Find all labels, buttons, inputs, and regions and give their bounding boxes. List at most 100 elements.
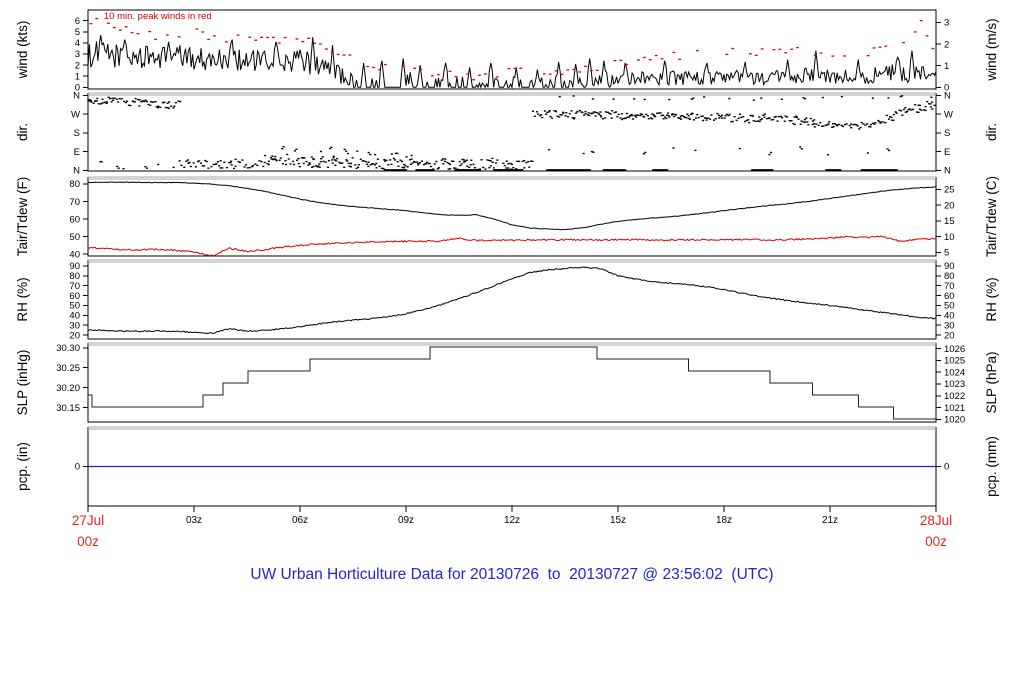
dir-dot bbox=[334, 164, 337, 167]
dir-dot bbox=[793, 123, 796, 126]
peak-wind-dot bbox=[884, 45, 888, 47]
dir-dot bbox=[507, 167, 510, 169]
dir-dot bbox=[894, 111, 897, 113]
dir-dot bbox=[318, 163, 321, 165]
dir-dot bbox=[263, 161, 266, 164]
peak-wind-dot bbox=[589, 70, 593, 72]
dir-dot bbox=[828, 121, 831, 123]
left-tick-label: N bbox=[73, 91, 80, 102]
left-tick-label: N bbox=[73, 166, 80, 177]
dir-dot bbox=[777, 115, 781, 118]
dir-dot bbox=[418, 162, 422, 164]
dir-dot bbox=[143, 100, 146, 103]
dir-dot bbox=[442, 158, 445, 160]
dir-dot bbox=[929, 106, 932, 108]
dir-dot bbox=[643, 116, 646, 118]
dir-dot bbox=[272, 158, 275, 160]
dir-dot bbox=[279, 157, 282, 159]
dir-dot bbox=[562, 111, 565, 114]
dir-dot bbox=[116, 165, 119, 168]
dir-dot bbox=[243, 166, 246, 168]
dir-dot bbox=[523, 167, 526, 169]
dir-dot bbox=[491, 157, 494, 160]
dir-dot bbox=[694, 117, 698, 119]
dir-dot bbox=[576, 111, 579, 113]
dir-dot bbox=[803, 121, 807, 123]
dir-dot bbox=[597, 113, 601, 115]
dir-dot bbox=[305, 160, 308, 163]
dir-dot bbox=[474, 167, 477, 169]
tair-line bbox=[87, 181, 937, 231]
dir-dot bbox=[392, 157, 395, 160]
dir-dot bbox=[697, 116, 700, 119]
dir-dot bbox=[134, 97, 137, 100]
dir-dot bbox=[527, 160, 530, 163]
meteogram-chart: 01234560123wind (kts) wind (m/s)10 min. p… bbox=[15, 9, 999, 549]
dir-dot bbox=[725, 113, 729, 116]
peak-wind-dot bbox=[613, 60, 617, 62]
dir-dot bbox=[488, 167, 491, 169]
dir-dot bbox=[487, 159, 490, 162]
dir-dot bbox=[124, 101, 127, 104]
x-tick-label: 03z bbox=[186, 515, 202, 526]
dir-dot bbox=[345, 150, 348, 152]
dir-dot bbox=[349, 166, 352, 168]
dir-dot bbox=[212, 163, 215, 166]
dir-dot bbox=[924, 105, 927, 108]
tdew-line bbox=[87, 235, 937, 257]
dir-dot bbox=[869, 123, 872, 126]
dir-dot bbox=[895, 112, 898, 114]
dir-dot bbox=[117, 167, 120, 169]
dir-dot bbox=[733, 115, 736, 118]
dir-dot bbox=[349, 162, 353, 165]
dir-dot bbox=[328, 147, 331, 150]
dir-dot bbox=[786, 116, 789, 118]
dir-dot bbox=[716, 112, 719, 115]
dir-dot bbox=[822, 125, 825, 127]
dir-dot bbox=[806, 121, 809, 123]
dir-dot bbox=[709, 118, 712, 120]
dir-dot bbox=[113, 97, 116, 99]
right-axis-title: wind (m/s) bbox=[984, 18, 999, 81]
peak-wind-dot bbox=[236, 34, 240, 36]
dir-dot bbox=[302, 162, 305, 165]
dir-dot bbox=[327, 159, 330, 162]
peak-wind-dot bbox=[377, 69, 381, 71]
dir-dot bbox=[837, 123, 840, 126]
dir-dot bbox=[848, 124, 851, 127]
dir-dot bbox=[594, 111, 597, 113]
dir-dot bbox=[433, 163, 436, 165]
dir-dot bbox=[223, 161, 226, 164]
dir-dot bbox=[383, 158, 386, 161]
dir-dot bbox=[362, 160, 366, 162]
dir-dot bbox=[207, 167, 210, 169]
peak-wind-dot bbox=[695, 49, 699, 52]
x-end-hour-label: 00z bbox=[925, 534, 947, 549]
dir-dot bbox=[218, 165, 221, 167]
dir-dot bbox=[884, 122, 887, 124]
dir-dot bbox=[406, 166, 409, 168]
dir-dot bbox=[390, 163, 393, 166]
calm-dir-dot bbox=[771, 169, 774, 171]
dir-dot bbox=[97, 103, 100, 105]
dir-dot bbox=[357, 166, 360, 168]
peak-wind-dot bbox=[112, 26, 116, 29]
dir-dot bbox=[178, 160, 181, 162]
dir-dot bbox=[609, 113, 612, 115]
dir-dot bbox=[645, 113, 648, 116]
dir-dot bbox=[914, 104, 917, 106]
dir-dot bbox=[721, 117, 724, 119]
dir-dot bbox=[630, 114, 633, 117]
dir-dot bbox=[285, 163, 288, 166]
dir-dot bbox=[258, 160, 261, 162]
dir-dot bbox=[308, 162, 311, 164]
dir-dot bbox=[599, 114, 602, 117]
dir-dot bbox=[101, 102, 104, 104]
dir-dot bbox=[611, 110, 614, 112]
dir-dot bbox=[460, 163, 463, 165]
dir-dot bbox=[718, 117, 721, 119]
dir-dot bbox=[858, 128, 861, 130]
dir-dot bbox=[651, 118, 654, 120]
dir-dot bbox=[633, 98, 636, 100]
dir-dot bbox=[420, 160, 424, 162]
